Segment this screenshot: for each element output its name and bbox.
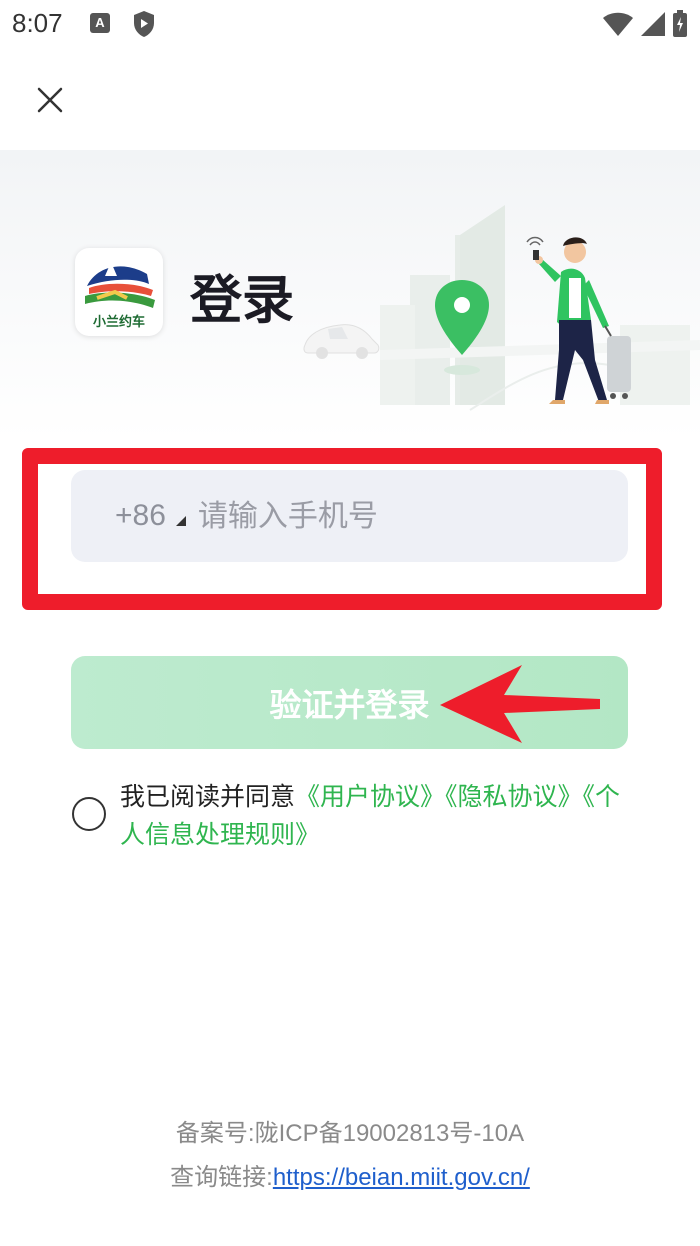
phone-field: +86 <box>71 470 628 562</box>
status-time: 8:07 <box>12 8 63 38</box>
signal-icon <box>640 11 666 41</box>
battery-icon <box>672 10 688 42</box>
red-arrow-annotation <box>440 665 600 743</box>
a-notification-icon: A <box>90 13 110 33</box>
user-agreement-link[interactable]: 《用户协议》 <box>295 782 445 811</box>
agreement-prefix: 我已阅读并同意 <box>120 782 296 811</box>
wifi-icon <box>602 11 634 41</box>
beian-link[interactable]: https://beian.miit.gov.cn/ <box>273 1164 530 1191</box>
country-code-selector[interactable]: +86 <box>115 499 166 533</box>
status-icons <box>602 10 688 42</box>
travel-illustration <box>303 205 700 411</box>
close-icon[interactable] <box>30 80 70 120</box>
app-logo: 小兰约车 <box>75 248 163 336</box>
icp-record: 备案号:陇ICP备19002813号-10A <box>175 1120 525 1147</box>
query-label: 查询链接: <box>170 1164 273 1191</box>
query-link-row: 查询链接:https://beian.miit.gov.cn/ <box>0 1156 700 1200</box>
page-title: 登录 <box>190 271 295 331</box>
status-bar: 8:07 A <box>0 0 700 48</box>
agree-radio-button[interactable] <box>72 797 106 831</box>
footer: 备案号:陇ICP备19002813号-10A 查询链接:https://beia… <box>0 1112 700 1200</box>
agreement-text: 我已阅读并同意《用户协议》《隐私协议》《个人信息处理规则》 <box>120 778 640 854</box>
logo-text: 小兰约车 <box>92 315 145 330</box>
privacy-agreement-link[interactable]: 《隐私协议》 <box>445 782 583 811</box>
dropdown-triangle-icon[interactable] <box>175 516 186 526</box>
shield-icon <box>132 10 156 42</box>
phone-number-input[interactable] <box>197 498 578 534</box>
